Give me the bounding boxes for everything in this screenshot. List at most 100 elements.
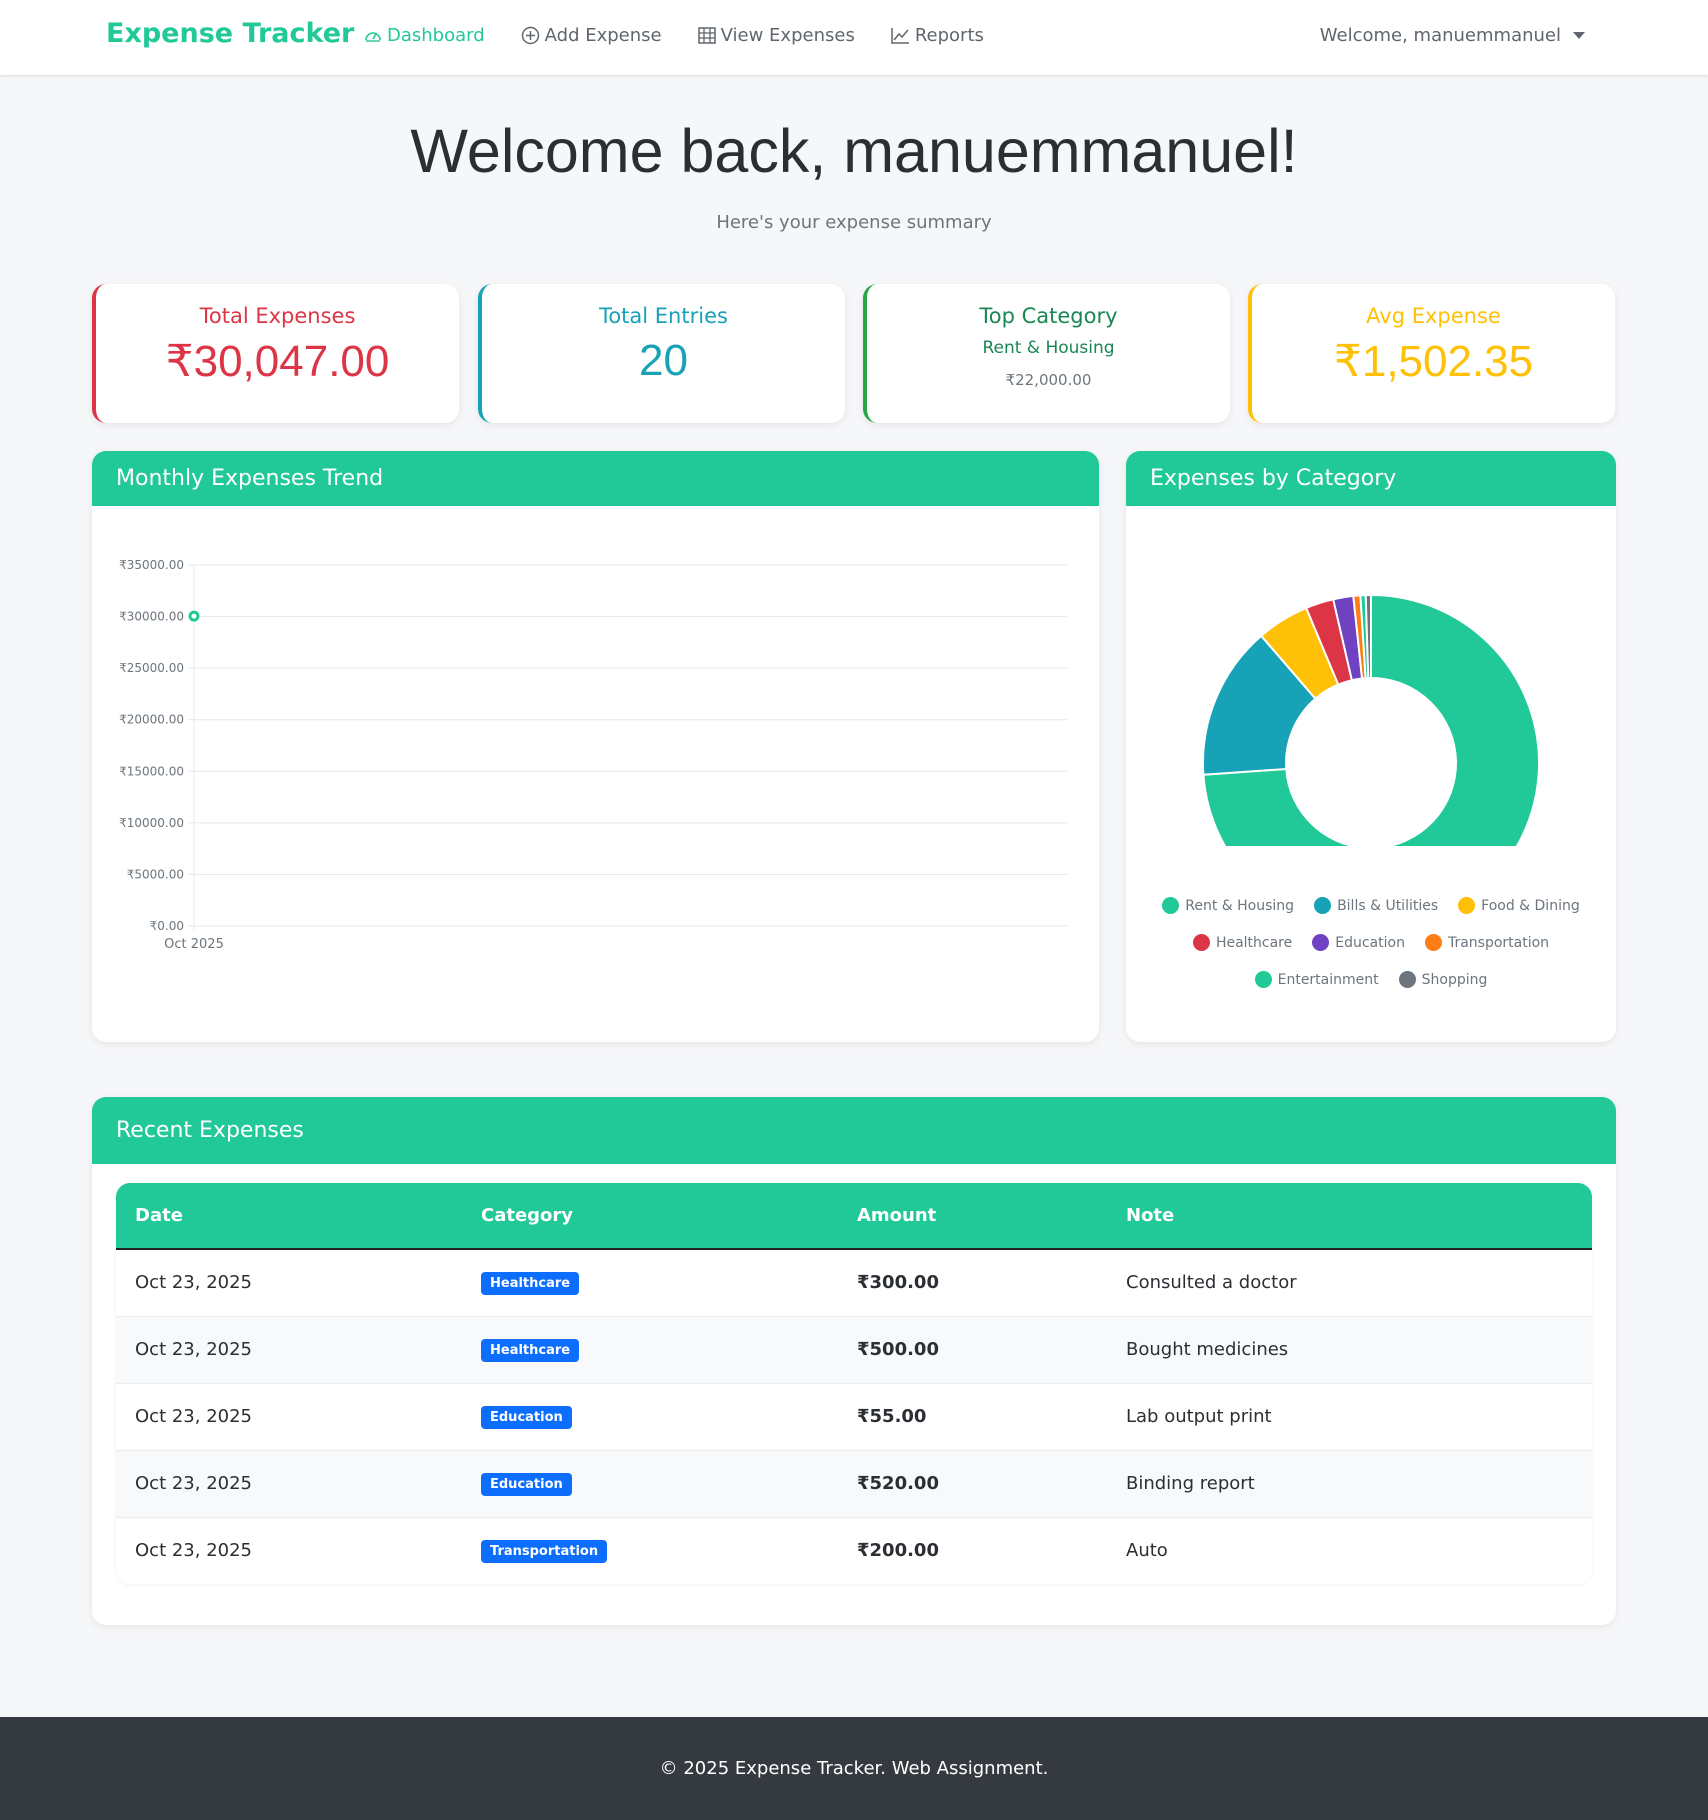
legend-item[interactable]: Entertainment [1254, 971, 1379, 988]
legend-label: Rent & Housing [1185, 897, 1295, 914]
cell-amount: ₹55.00 [838, 1383, 1107, 1451]
nav-reports-label: Reports [914, 25, 984, 46]
data-point [188, 610, 200, 622]
legend-item[interactable]: Shopping [1398, 971, 1487, 988]
nav-view-expenses[interactable]: View Expenses [697, 25, 855, 46]
stat-category-name: Rent & Housing [982, 338, 1115, 358]
cell-note: Consulted a doctor [1107, 1249, 1592, 1317]
nav-add-expense[interactable]: Add Expense [521, 25, 662, 46]
legend-swatch [1162, 897, 1180, 914]
recent-expenses-header: Recent Expenses [92, 1097, 1616, 1164]
stat-value: ₹1,502.35 [1333, 337, 1534, 386]
recent-expenses-card: Recent Expenses Date Category Amount Not… [92, 1097, 1616, 1625]
legend-label: Transportation [1447, 934, 1550, 951]
nav-view-expenses-label: View Expenses [720, 25, 855, 46]
category-badge: Healthcare [481, 1338, 580, 1362]
legend-swatch [1192, 934, 1210, 951]
footer: © 2025 Expense Tracker. Web Assignment. [0, 1717, 1708, 1820]
trend-card-header: Monthly Expenses Trend [92, 451, 1099, 506]
cell-amount: ₹200.00 [857, 1540, 939, 1562]
col-amount[interactable]: Amount [838, 1183, 1107, 1250]
legend-label: Food & Dining [1481, 897, 1580, 914]
table-row: Oct 23, 2025 Education ₹520.00 Binding r… [116, 1450, 1592, 1518]
line-chart-icon [891, 28, 909, 44]
nav-links: Dashboard Add Expense View Expenses Repo… [364, 25, 1020, 46]
recent-expenses-table-wrap: Date Category Amount Note Oct 23, 2025 H… [116, 1183, 1592, 1584]
caret-down-icon [1573, 32, 1585, 39]
cell-date: Oct 23, 2025 [116, 1249, 462, 1317]
legend-row: Rent & Housing Bills & Utilities Food & Di… [1126, 897, 1616, 914]
speedometer-icon [365, 31, 381, 42]
brand-logo[interactable]: Expense Tracker [106, 18, 354, 49]
legend-item[interactable]: Rent & Housing [1162, 897, 1294, 914]
recent-expenses-table: Date Category Amount Note Oct 23, 2025 H… [116, 1183, 1592, 1584]
y-tick-label: ₹10000.00 [119, 816, 184, 830]
y-tick-label: ₹20000.00 [119, 713, 184, 727]
stat-category-amount: ₹22,000.00 [1005, 371, 1092, 389]
stat-avg-expense: Avg Expense ₹1,502.35 [1248, 284, 1615, 423]
legend-item[interactable]: Healthcare [1192, 934, 1293, 951]
category-legend: Rent & Housing Bills & Utilities Food & Di… [1126, 897, 1616, 1017]
table-row: Oct 23, 2025 Transportation ₹200.00 Auto [116, 1517, 1592, 1584]
table-icon [697, 27, 716, 44]
legend-item[interactable]: Food & Dining [1458, 897, 1580, 914]
legend-row: Entertainment Shopping [1126, 971, 1616, 988]
stat-total-expenses: Total Expenses ₹30,047.00 [92, 284, 459, 423]
cell-category: Healthcare [462, 1316, 838, 1384]
stat-label: Avg Expense [1366, 304, 1501, 328]
cell-amount: ₹500.00 [838, 1316, 1107, 1384]
y-tick-label: ₹5000.00 [127, 867, 184, 881]
cell-amount: ₹520.00 [838, 1450, 1107, 1518]
nav-dashboard[interactable]: Dashboard [364, 25, 485, 46]
cell-note: Auto [1126, 1540, 1168, 1562]
legend-item[interactable]: Education [1312, 934, 1405, 951]
table-header-row: Date Category Amount Note [116, 1183, 1592, 1250]
legend-row: Healthcare Education Transportation [1126, 934, 1616, 951]
category-badge: Healthcare [481, 1271, 580, 1295]
legend-label: Bills & Utilities [1337, 897, 1439, 914]
table-row: Oct 23, 2025 Healthcare ₹300.00 Consulte… [116, 1249, 1592, 1317]
nav-dashboard-label: Dashboard [387, 25, 485, 46]
cell-category: Transportation [462, 1517, 838, 1584]
stat-total-entries: Total Entries 20 [478, 284, 845, 423]
category-badge: Education [481, 1405, 572, 1429]
user-menu-label: Welcome, manuemmanuel [1319, 25, 1561, 46]
plus-circle-icon [521, 26, 539, 45]
legend-swatch [1254, 971, 1272, 988]
cell-note: Bought medicines [1107, 1316, 1592, 1384]
legend-swatch [1314, 897, 1332, 914]
cell-note: Lab output print [1107, 1383, 1592, 1451]
trend-card: Monthly Expenses Trend ₹35000.00 ₹30000.0… [92, 451, 1099, 1042]
y-tick-label: ₹35000.00 [119, 558, 184, 572]
col-category[interactable]: Category [462, 1183, 838, 1250]
col-date[interactable]: Date [116, 1183, 462, 1250]
cell-date: Oct 23, 2025 [116, 1450, 462, 1518]
user-menu[interactable]: Welcome, manuemmanuel [1320, 25, 1585, 46]
cell-category: Education [462, 1383, 838, 1451]
legend-label: Healthcare [1215, 934, 1293, 951]
stat-label: Total Expenses [199, 304, 356, 328]
table-row: Oct 23, 2025 Healthcare ₹500.00 Bought m… [116, 1316, 1592, 1384]
stat-value: 20 [639, 336, 688, 385]
cell-note: Binding report [1107, 1450, 1592, 1518]
legend-swatch [1398, 971, 1416, 988]
legend-label: Education [1335, 934, 1405, 951]
stat-label: Total Entries [599, 304, 728, 328]
legend-swatch [1312, 934, 1330, 951]
nav-reports[interactable]: Reports [891, 25, 984, 46]
legend-item[interactable]: Bills & Utilities [1314, 897, 1438, 914]
legend-label: Entertainment [1277, 971, 1379, 988]
y-tick-label: ₹30000.00 [119, 610, 184, 624]
stat-top-category: Top Category Rent & Housing ₹22,000.00 [863, 284, 1230, 423]
page-title: Welcome back, manuemmanuel! [410, 117, 1298, 185]
y-tick-label: ₹0.00 [150, 919, 184, 933]
nav-add-expense-label: Add Expense [544, 25, 662, 46]
col-note[interactable]: Note [1107, 1183, 1592, 1250]
table-row: Oct 23, 2025 Education ₹55.00 Lab output… [116, 1383, 1592, 1451]
legend-item[interactable]: Transportation [1424, 934, 1550, 951]
cell-date: Oct 23, 2025 [135, 1540, 252, 1562]
cell-date: Oct 23, 2025 [116, 1383, 462, 1451]
x-tick-label: Oct 2025 [164, 937, 224, 952]
category-doughnut-chart [1202, 593, 1540, 846]
cell-category: Education [462, 1450, 838, 1518]
